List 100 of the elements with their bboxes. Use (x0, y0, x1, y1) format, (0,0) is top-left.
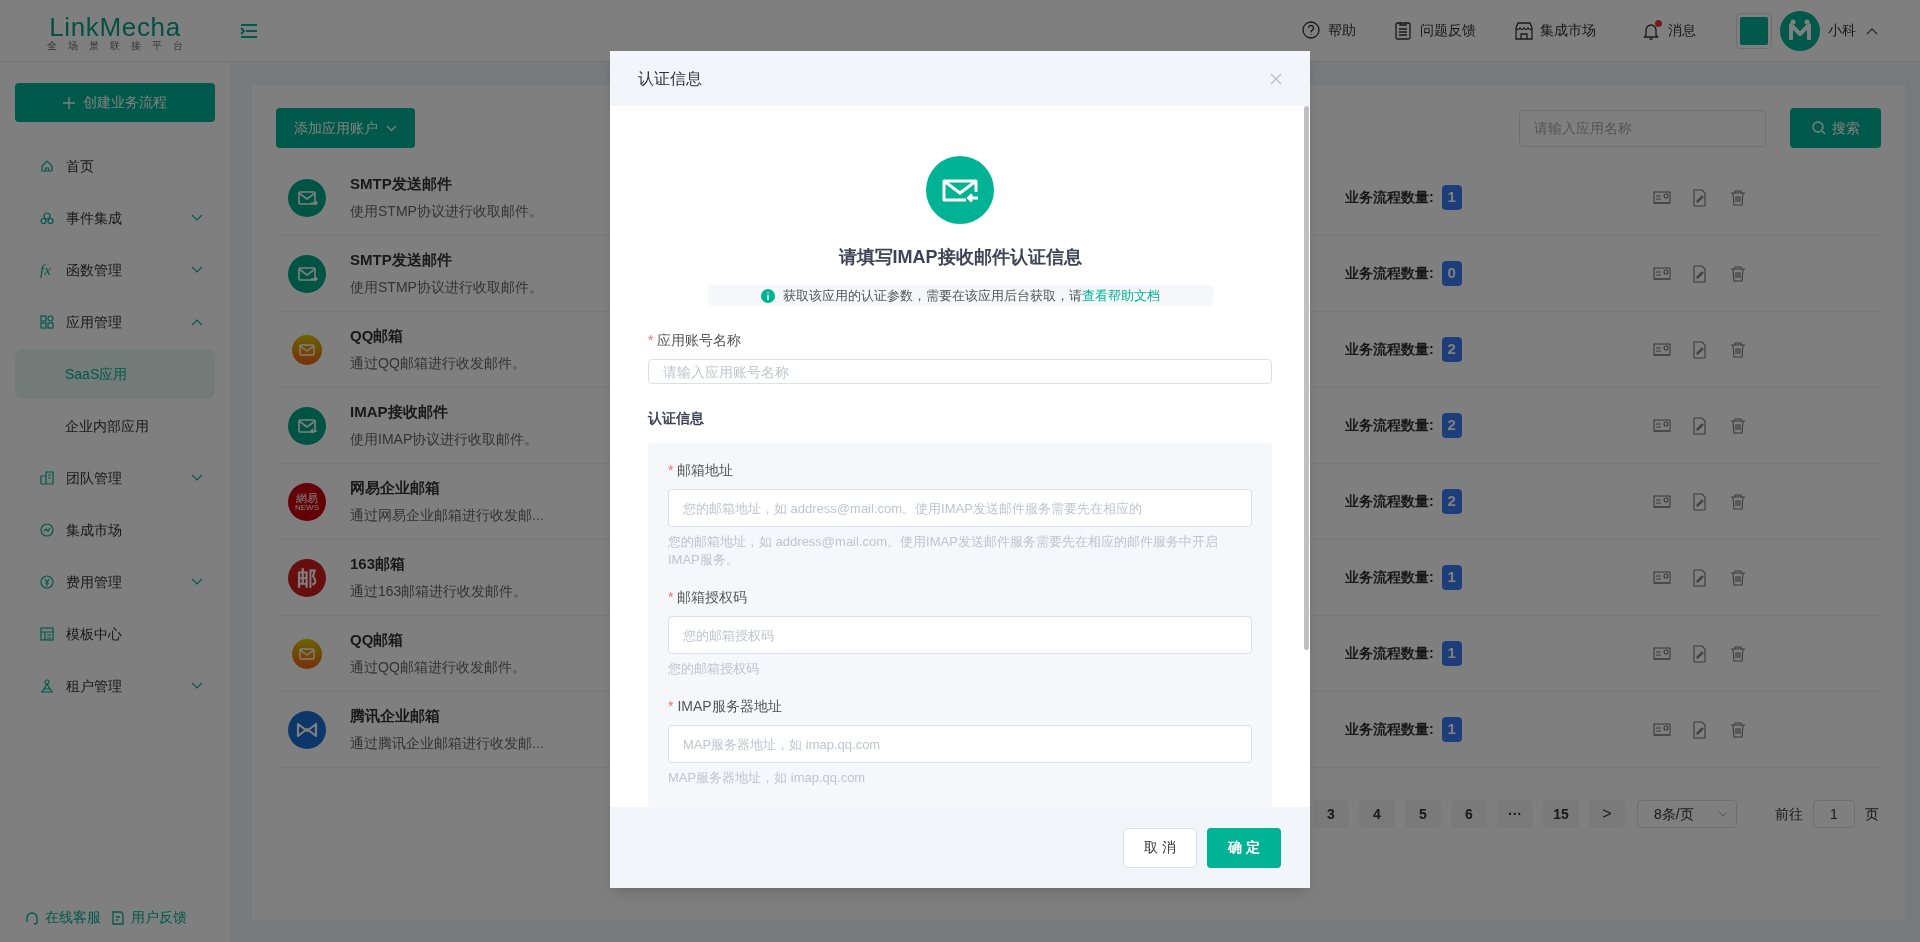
next-page-button[interactable]: > (1589, 800, 1625, 828)
page-button[interactable]: 4 (1359, 800, 1395, 828)
trash-icon[interactable] (1729, 568, 1747, 587)
edit-file-icon[interactable] (1691, 188, 1709, 207)
field-label: 邮箱授权码 (677, 588, 748, 607)
user-name[interactable]: 小科 (1828, 20, 1856, 41)
app-name: 腾讯企业邮箱 (350, 705, 441, 726)
page-size-select[interactable]: 8条/页 (1637, 800, 1737, 828)
header-link[interactable]: 集成市场 (1540, 20, 1596, 41)
flow-count-badge: 0 (1441, 261, 1462, 286)
sidebar-item[interactable]: 集成市场 (15, 504, 215, 556)
help-icon[interactable] (1302, 20, 1322, 41)
app-switch-button[interactable] (1736, 12, 1772, 49)
logo-text: LinkMecha (49, 13, 181, 40)
flow-count-badge: 2 (1441, 413, 1462, 438)
edit-file-icon[interactable] (1691, 492, 1709, 511)
document-icon (111, 910, 125, 925)
dialog-title: 认证信息 (638, 68, 702, 89)
dialog-heading: 请填写IMAP接收邮件认证信息 (838, 246, 1082, 269)
flow-count-label: 业务流程数量: (1345, 644, 1434, 663)
caret-icon[interactable] (1866, 26, 1878, 35)
plus-icon (63, 96, 75, 109)
app-name: 网易企业邮箱 (350, 477, 441, 498)
help-doc-link[interactable]: 查看帮助文档 (1081, 287, 1160, 303)
trash-icon[interactable] (1729, 644, 1747, 663)
bowtie-logo-icon (288, 710, 326, 749)
id-card-icon[interactable] (1653, 416, 1671, 435)
required-asterisk: * (668, 588, 674, 607)
id-card-icon[interactable] (1653, 720, 1671, 739)
trash-icon[interactable] (1729, 492, 1747, 511)
id-card-icon[interactable] (1653, 492, 1671, 511)
mail-receive-icon (926, 156, 994, 224)
app-description: 使用IMAP协议进行收取邮件。 (350, 430, 539, 450)
id-card-icon[interactable] (1653, 644, 1671, 663)
app-name: SMTP发送邮件 (350, 249, 453, 270)
sidebar-item[interactable]: 事件集成 (15, 192, 215, 244)
cloud-icon (40, 211, 54, 225)
store-icon[interactable] (1514, 20, 1534, 41)
edit-file-icon[interactable] (1691, 568, 1709, 587)
app-description: 通过网易企业邮箱进行收发邮... (350, 506, 544, 526)
gauge-icon (40, 523, 54, 537)
sidebar-item[interactable]: 模板中心 (15, 608, 215, 660)
text-field[interactable]: MAP服务器地址，如 imap.qq.com (668, 725, 1252, 763)
app-description: 使用STMP协议进行收取邮件。 (350, 278, 543, 298)
confirm-button[interactable]: 确 定 (1207, 827, 1281, 868)
trash-icon[interactable] (1729, 188, 1747, 207)
app-name: QQ邮箱 (350, 629, 405, 650)
header-link[interactable]: 帮助 (1328, 20, 1356, 41)
sidebar-subitem[interactable]: 企业内部应用 (15, 401, 215, 451)
sidebar-item[interactable]: 租户管理 (15, 660, 215, 712)
account-name-field[interactable]: 请输入应用账号名称 (648, 359, 1272, 384)
close-icon[interactable] (1270, 72, 1282, 85)
flow-count-label: 业务流程数量: (1345, 188, 1434, 207)
page-button[interactable]: 15 (1543, 800, 1579, 828)
sidebar-item[interactable]: 应用管理 (15, 296, 215, 348)
sidebar-item[interactable]: 团队管理 (15, 452, 215, 504)
trash-icon[interactable] (1729, 720, 1747, 739)
edit-file-icon[interactable] (1691, 720, 1709, 739)
header-link[interactable]: 消息 (1668, 20, 1696, 41)
flow-count-badge: 2 (1441, 489, 1462, 514)
trash-icon[interactable] (1729, 416, 1747, 435)
edit-file-icon[interactable] (1691, 416, 1709, 435)
fx-icon: fx (40, 262, 54, 278)
trash-icon[interactable] (1729, 340, 1747, 359)
app-description: 通过QQ邮箱进行收发邮件。 (350, 354, 526, 374)
trash-icon[interactable] (1729, 264, 1747, 283)
id-card-icon[interactable] (1653, 188, 1671, 207)
text-field[interactable]: 您的邮箱授权码 (668, 616, 1252, 654)
header-link[interactable]: 问题反馈 (1420, 20, 1476, 41)
flow-count-label: 业务流程数量: (1345, 264, 1434, 283)
square-icon (1740, 16, 1768, 45)
flow-count-badge: 1 (1441, 185, 1462, 210)
netease-logo: 網易 NEWS (288, 482, 326, 521)
page-button[interactable]: 3 (1313, 800, 1349, 828)
app-description: 使用STMP协议进行收取邮件。 (350, 202, 543, 222)
people-icon (40, 679, 54, 693)
page-button[interactable]: 6 (1451, 800, 1487, 828)
scrollbar-thumb[interactable] (1304, 106, 1309, 650)
goto-label: 前往 (1775, 804, 1803, 824)
building-icon (40, 471, 54, 485)
search-icon (1811, 121, 1826, 135)
page-button[interactable]: 5 (1405, 800, 1441, 828)
edit-file-icon[interactable] (1691, 340, 1709, 359)
cancel-button[interactable]: 取 消 (1123, 827, 1197, 868)
edit-file-icon[interactable] (1691, 264, 1709, 283)
app-description: 通过163邮箱进行收发邮件。 (350, 582, 528, 602)
sidebar-item[interactable]: fx 函数管理 (15, 244, 215, 296)
menu-fold-icon[interactable] (240, 22, 258, 39)
edit-file-icon[interactable] (1691, 644, 1709, 663)
id-card-icon[interactable] (1653, 340, 1671, 359)
clipboard-icon[interactable] (1394, 20, 1414, 41)
id-card-icon[interactable] (1653, 264, 1671, 283)
sidebar-item[interactable]: 费用管理 (15, 556, 215, 608)
sidebar-item[interactable]: 首页 (15, 140, 215, 192)
mail-receive-icon (288, 406, 326, 445)
goto-page-field[interactable]: 1 (1813, 800, 1855, 828)
page-button[interactable]: ··· (1497, 800, 1533, 828)
flow-count-badge: 1 (1441, 641, 1462, 666)
grid-icon (40, 315, 54, 329)
id-card-icon[interactable] (1653, 568, 1671, 587)
